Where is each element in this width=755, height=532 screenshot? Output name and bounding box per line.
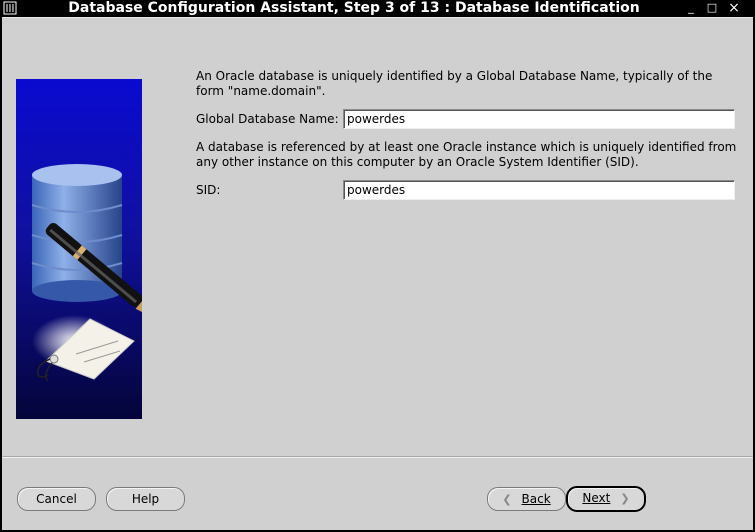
footer-divider — [2, 456, 753, 458]
cancel-button-label: Cancel — [36, 492, 77, 506]
back-button-label: Back — [521, 492, 551, 506]
minimize-button[interactable]: _ — [684, 1, 698, 15]
chevron-right-icon: ❯ — [620, 492, 630, 505]
maximize-button[interactable]: □ — [705, 1, 719, 15]
global-db-name-label: Global Database Name: — [196, 112, 339, 126]
help-button-label: Help — [131, 492, 160, 506]
next-button[interactable]: Next ❯ — [566, 486, 646, 512]
back-button[interactable]: ❮ Back — [487, 487, 566, 511]
intro-text: An Oracle database is uniquely identifie… — [196, 69, 713, 98]
cancel-button[interactable]: Cancel — [17, 487, 96, 511]
sid-label: SID: — [196, 183, 221, 197]
sid-input[interactable] — [343, 180, 735, 200]
next-button-label: Next — [582, 491, 611, 505]
global-db-name-input[interactable] — [343, 109, 735, 129]
sid-intro-text: A database is referenced by at least one… — [196, 140, 737, 169]
title-bar[interactable]: Database Configuration Assistant, Step 3… — [0, 0, 755, 17]
close-button[interactable]: × — [727, 1, 741, 15]
chevron-left-icon: ❮ — [502, 493, 512, 506]
help-button[interactable]: Help — [106, 487, 185, 511]
window-title: Database Configuration Assistant, Step 3… — [68, 0, 640, 16]
database-pen-illustration — [16, 79, 142, 419]
wizard-panel: An Oracle database is uniquely identifie… — [2, 17, 753, 530]
